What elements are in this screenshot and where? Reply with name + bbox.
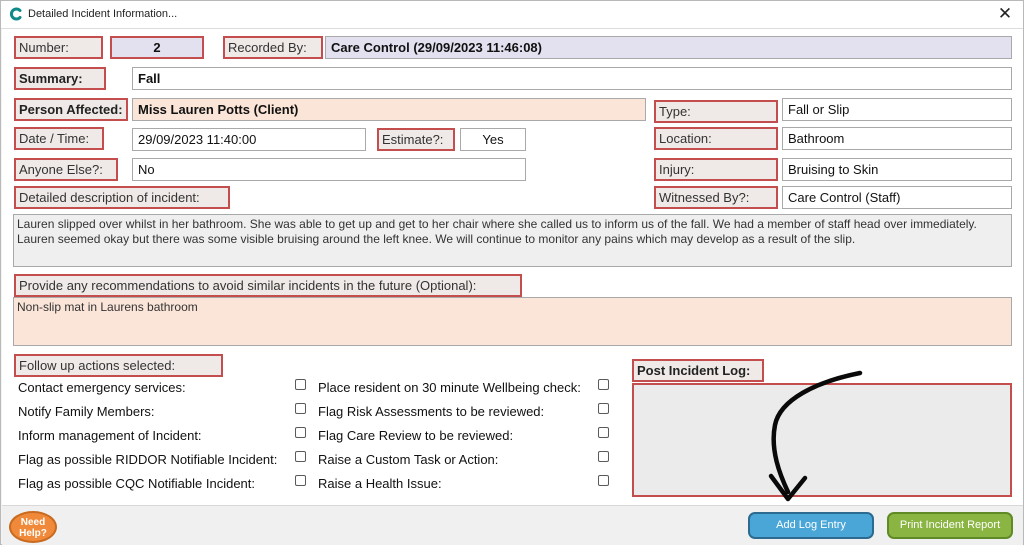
form-content: Number: 2 Recorded By: Care Control (29/… bbox=[2, 29, 1023, 505]
title-bar: Detailed Incident Information... ✕ bbox=[1, 1, 1023, 29]
action-cqc-label: Flag as possible CQC Notifiable Incident… bbox=[18, 476, 256, 491]
follow-up-label: Follow up actions selected: bbox=[14, 354, 223, 377]
post-incident-log-label: Post Incident Log: bbox=[632, 359, 764, 382]
action-contact-emergency-label: Contact emergency services: bbox=[18, 380, 186, 395]
close-icon[interactable]: ✕ bbox=[995, 4, 1015, 24]
witnessed-by-field[interactable]: Care Control (Staff) bbox=[782, 186, 1012, 209]
summary-label: Summary: bbox=[14, 67, 106, 90]
action-care-review-label: Flag Care Review to be reviewed: bbox=[318, 428, 514, 443]
person-affected-field: Miss Lauren Potts (Client) bbox=[132, 98, 646, 121]
recorded-by-label: Recorded By: bbox=[223, 36, 323, 59]
person-affected-label: Person Affected: bbox=[14, 98, 128, 121]
add-log-entry-button[interactable]: Add Log Entry bbox=[748, 512, 874, 539]
location-label: Location: bbox=[654, 127, 778, 150]
witnessed-by-label: Witnessed By?: bbox=[654, 186, 778, 209]
anyone-else-field[interactable]: No bbox=[132, 158, 526, 181]
recommendations-textarea[interactable]: Non-slip mat in Laurens bathroom bbox=[13, 297, 1012, 346]
footer-bar: Need Help? Add Log Entry Print Incident … bbox=[2, 505, 1023, 545]
estimate-field[interactable]: Yes bbox=[460, 128, 526, 151]
app-c-icon bbox=[10, 7, 22, 21]
action-inform-management-label: Inform management of Incident: bbox=[18, 428, 202, 443]
action-inform-management-checkbox[interactable] bbox=[295, 427, 306, 438]
action-health-issue-checkbox[interactable] bbox=[598, 475, 609, 486]
summary-field[interactable]: Fall bbox=[132, 67, 1012, 90]
need-help-button[interactable]: Need Help? bbox=[9, 511, 57, 543]
action-riddor-checkbox[interactable] bbox=[295, 451, 306, 462]
location-field[interactable]: Bathroom bbox=[782, 127, 1012, 150]
action-risk-assessments-checkbox[interactable] bbox=[598, 403, 609, 414]
estimate-label: Estimate?: bbox=[377, 128, 455, 151]
action-notify-family-label: Notify Family Members: bbox=[18, 404, 155, 419]
action-wellbeing-check-label: Place resident on 30 minute Wellbeing ch… bbox=[318, 380, 581, 395]
number-label: Number: bbox=[14, 36, 103, 59]
window-title: Detailed Incident Information... bbox=[28, 8, 178, 20]
injury-field[interactable]: Bruising to Skin bbox=[782, 158, 1012, 181]
post-incident-log-list[interactable] bbox=[632, 383, 1012, 497]
datetime-field[interactable]: 29/09/2023 11:40:00 bbox=[132, 128, 366, 151]
action-care-review-checkbox[interactable] bbox=[598, 427, 609, 438]
need-help-line1: Need bbox=[20, 517, 46, 528]
recorded-by-field: Care Control (29/09/2023 11:46:08) bbox=[325, 36, 1012, 59]
need-help-line2: Help? bbox=[19, 528, 47, 539]
action-custom-task-checkbox[interactable] bbox=[598, 451, 609, 462]
incident-window: Detailed Incident Information... ✕ Numbe… bbox=[0, 0, 1024, 545]
action-custom-task-label: Raise a Custom Task or Action: bbox=[318, 452, 499, 467]
type-label: Type: bbox=[654, 100, 778, 123]
action-contact-emergency-checkbox[interactable] bbox=[295, 379, 306, 390]
description-label: Detailed description of incident: bbox=[14, 186, 230, 209]
number-field: 2 bbox=[110, 36, 204, 59]
anyone-else-label: Anyone Else?: bbox=[14, 158, 118, 181]
action-risk-assessments-label: Flag Risk Assessments to be reviewed: bbox=[318, 404, 545, 419]
description-textarea[interactable]: Lauren slipped over whilst in her bathro… bbox=[13, 214, 1012, 267]
action-wellbeing-check-checkbox[interactable] bbox=[598, 379, 609, 390]
action-cqc-checkbox[interactable] bbox=[295, 475, 306, 486]
action-health-issue-label: Raise a Health Issue: bbox=[318, 476, 442, 491]
injury-label: Injury: bbox=[654, 158, 778, 181]
print-incident-report-button[interactable]: Print Incident Report bbox=[887, 512, 1013, 539]
action-notify-family-checkbox[interactable] bbox=[295, 403, 306, 414]
datetime-label: Date / Time: bbox=[14, 127, 104, 150]
recommendations-label: Provide any recommendations to avoid sim… bbox=[14, 274, 522, 297]
action-riddor-label: Flag as possible RIDDOR Notifiable Incid… bbox=[18, 452, 278, 467]
type-field[interactable]: Fall or Slip bbox=[782, 98, 1012, 121]
